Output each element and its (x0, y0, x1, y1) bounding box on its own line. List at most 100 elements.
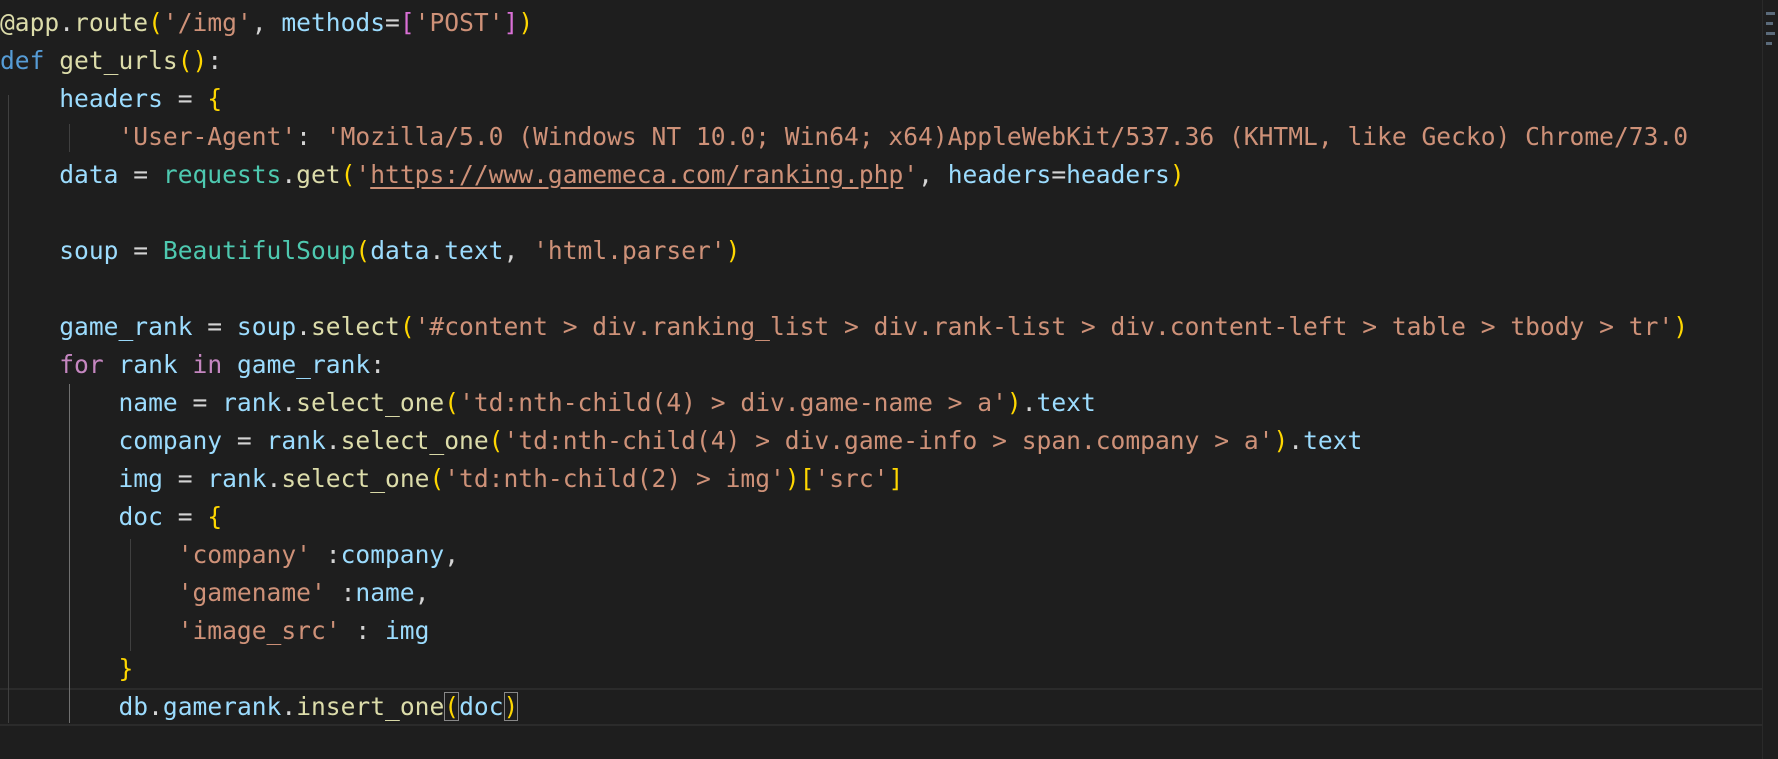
code-line[interactable]: doc = { (0, 498, 1762, 536)
code-token: ( (340, 160, 356, 189)
code-token: @app (0, 8, 60, 37)
code-token: doc (459, 692, 504, 721)
code-token: ( (399, 312, 415, 341)
code-token: , (414, 578, 430, 607)
code-token: : (310, 540, 341, 569)
code-token: ( (429, 464, 445, 493)
code-token: text (1036, 388, 1096, 417)
code-token: 'td:nth-child(4) > div.game-name > a' (459, 388, 1007, 417)
code-token: company (340, 540, 445, 569)
code-token: route (74, 8, 149, 37)
code-token: = (385, 8, 400, 37)
code-token: game_rank (59, 312, 193, 341)
code-token: . (296, 312, 311, 341)
code-token: ) (1006, 388, 1022, 417)
code-token: = (1051, 160, 1067, 189)
code-token: rank (266, 426, 326, 455)
code-token: game_rank (236, 350, 371, 379)
code-line[interactable]: db.gamerank.insert_one(doc) (0, 688, 1762, 726)
code-line[interactable]: headers = { (0, 80, 1762, 118)
code-token: ) (518, 8, 534, 37)
code-line[interactable]: @app.route('/img', methods=['POST']) (0, 4, 1762, 42)
code-token: ] (888, 464, 904, 493)
code-token: '#content > div.ranking_list > div.rank-… (414, 312, 1674, 341)
code-token: () (177, 46, 208, 75)
code-line[interactable]: 'company' :company, (0, 536, 1762, 574)
code-area[interactable]: @app.route('/img', methods=['POST']) def … (0, 0, 1762, 759)
indent-guide (130, 539, 131, 651)
code-token: headers (947, 160, 1052, 189)
code-token: rank (118, 350, 178, 379)
code-token: headers (1066, 160, 1170, 189)
code-token: . (281, 692, 297, 721)
code-token: , (251, 8, 282, 37)
code-token: soup (59, 236, 119, 265)
code-token: . (1021, 388, 1037, 417)
code-token: select_one (296, 388, 445, 417)
code-token: select_one (340, 426, 489, 455)
code-token: for (59, 350, 104, 379)
code-token: ( (355, 236, 371, 265)
code-line[interactable]: 'User-Agent': 'Mozilla/5.0 (Windows NT 1… (0, 118, 1762, 156)
code-line[interactable]: img = rank.select_one('td:nth-child(2) >… (0, 460, 1762, 498)
code-token: . (59, 8, 75, 37)
code-token: in (192, 350, 223, 379)
code-token: text (444, 236, 504, 265)
code-token: = (162, 84, 208, 113)
code-token: ) (503, 692, 519, 721)
code-token: select (310, 312, 400, 341)
code-token: : (207, 46, 223, 75)
code-token: { (207, 502, 223, 531)
code-line[interactable]: 'image_src' : img (0, 612, 1762, 650)
code-token: select_one (281, 464, 430, 493)
indent-guide (69, 384, 70, 723)
code-token: soup (236, 312, 297, 341)
code-token: ) (725, 236, 741, 265)
code-token: ( (488, 426, 504, 455)
code-token: 'User-Agent' (118, 122, 297, 151)
code-token: ) (1273, 426, 1289, 455)
code-token: https://www.gamemeca.com/ranking.php (370, 160, 904, 189)
code-token: def (0, 46, 45, 75)
code-line[interactable] (0, 270, 1762, 308)
code-token: ) (1169, 160, 1185, 189)
code-line[interactable]: } (0, 650, 1762, 688)
code-token: = (118, 160, 163, 189)
code-line[interactable]: def get_urls(): (0, 42, 1762, 80)
code-line[interactable]: for rank in game_rank: (0, 346, 1762, 384)
code-line[interactable]: name = rank.select_one('td:nth-child(4) … (0, 384, 1762, 422)
code-token: : (325, 578, 356, 607)
code-token: rank (207, 464, 267, 493)
code-token: 'html.parser' (533, 236, 726, 265)
code-token: . (281, 388, 297, 417)
code-token: ( (148, 8, 163, 37)
code-line[interactable]: soup = BeautifulSoup(data.text, 'html.pa… (0, 232, 1762, 270)
code-editor[interactable]: @app.route('/img', methods=['POST']) def … (0, 0, 1778, 759)
code-token: text (1303, 426, 1363, 455)
code-token: . (266, 464, 282, 493)
code-line[interactable]: game_rank = soup.select('#content > div.… (0, 308, 1762, 346)
code-token: [ (799, 464, 815, 493)
code-token: } (118, 654, 134, 683)
code-line[interactable]: 'gamename' :name, (0, 574, 1762, 612)
code-line[interactable]: company = rank.select_one('td:nth-child(… (0, 422, 1762, 460)
code-token: = (177, 388, 223, 417)
scrollbar-marker (1766, 42, 1772, 45)
code-token: company (118, 426, 223, 455)
code-token: ] (503, 8, 519, 37)
code-token: : (296, 122, 326, 151)
code-line[interactable] (0, 194, 1762, 232)
code-token: ) (1673, 312, 1689, 341)
code-line[interactable]: data = requests.get('https://www.gamemec… (0, 156, 1762, 194)
vertical-scrollbar[interactable] (1762, 0, 1778, 759)
indent-guide (8, 95, 9, 723)
